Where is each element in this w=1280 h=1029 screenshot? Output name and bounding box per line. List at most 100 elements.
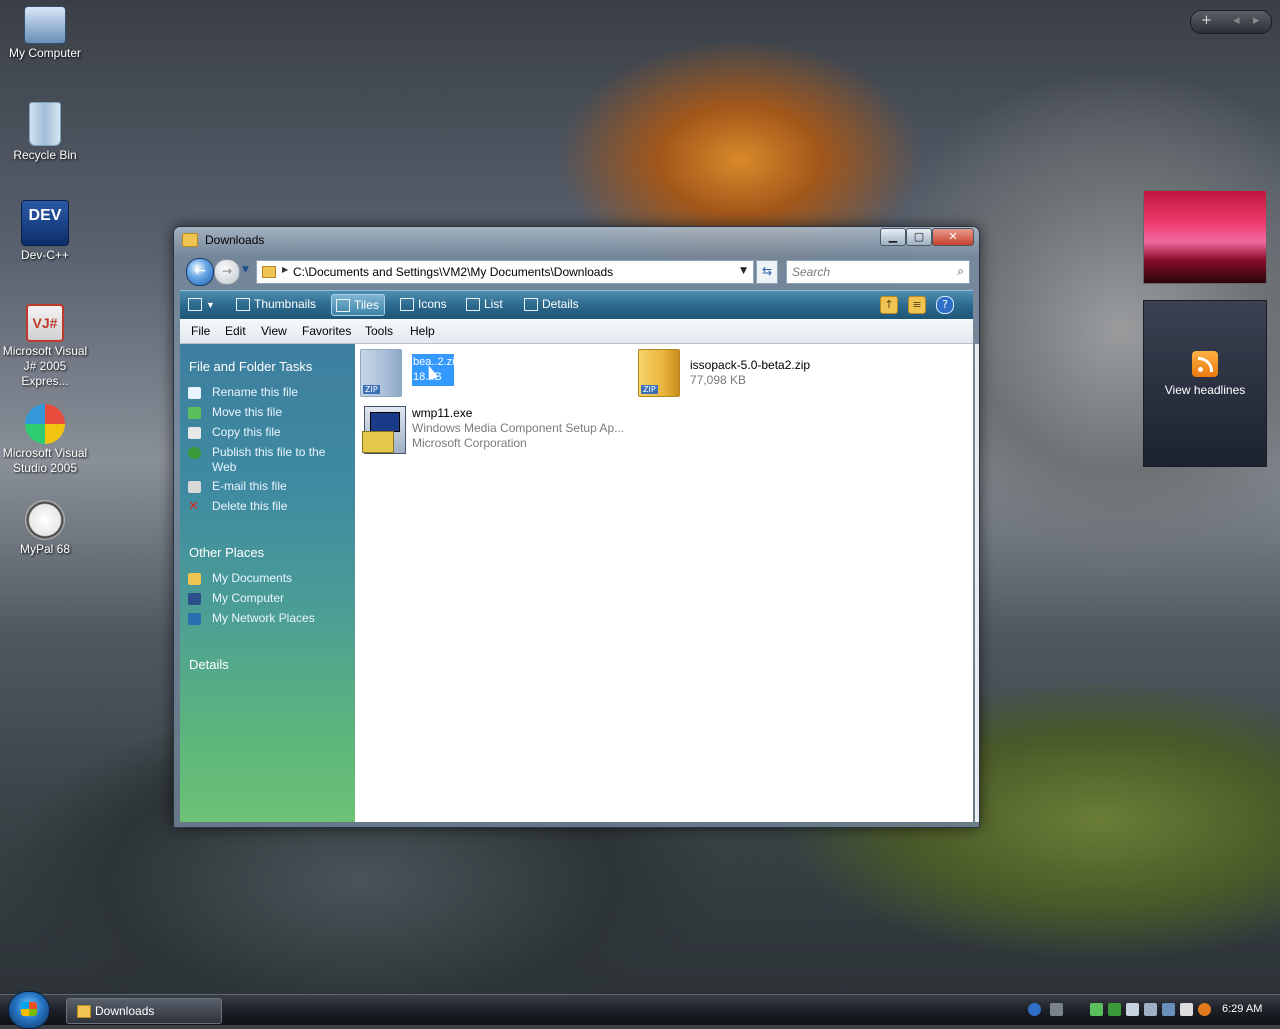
security-tray-icon[interactable] [1108, 1003, 1121, 1016]
desktop-icon-label: Dev-C++ [20, 248, 70, 262]
folder-icon [182, 233, 198, 247]
rss-icon [1192, 351, 1218, 377]
file-description: Windows Media Component Setup Ap... [412, 421, 625, 435]
desktop-icon-visual-studio[interactable]: Microsoft Visual Studio 2005 [0, 404, 90, 476]
view-thumbnails-button[interactable]: Thumbnails [232, 294, 321, 314]
taskbar-button-label: Downloads [95, 1004, 155, 1018]
menu-edit[interactable]: Edit [225, 324, 246, 338]
view-headlines-label: View headlines [1164, 383, 1246, 397]
address-field[interactable]: ▶ C:\Documents and Settings\VM2\My Docum… [256, 260, 754, 284]
other-places-header[interactable]: Other Places [189, 545, 264, 560]
view-label: Tiles [354, 298, 379, 312]
recent-pages-dropdown[interactable]: ▼ [242, 265, 249, 275]
view-icons-button[interactable]: Icons [396, 294, 452, 314]
search-input[interactable]: Search ⌕ [786, 260, 970, 284]
close-button[interactable]: ✕ [932, 228, 974, 246]
maximize-button[interactable]: ▢ [906, 228, 932, 246]
menu-tools[interactable]: Tools [365, 324, 393, 338]
next-page-button[interactable]: ▸ [1253, 13, 1260, 28]
taskbar: Downloads 6:29 AM [0, 991, 1280, 1029]
place-my-computer[interactable]: My Computer [212, 591, 342, 606]
up-folder-button[interactable]: ↑ [880, 296, 898, 314]
desktop-icon-label: Microsoft Visual J# 2005 Expres... [2, 344, 88, 388]
forward-arrow-icon: → [221, 264, 233, 278]
search-tray-icon[interactable] [1198, 1003, 1211, 1016]
menu-view[interactable]: View [261, 324, 287, 338]
title-bar[interactable]: Downloads ▁ ▢ ✕ [174, 227, 979, 253]
copy-icon [188, 427, 201, 439]
device-tray-icon[interactable] [1126, 1003, 1139, 1016]
window-title: Downloads [205, 233, 265, 247]
desktop-icon-label: Recycle Bin [13, 148, 77, 162]
language-tray-icon[interactable] [1180, 1003, 1193, 1016]
address-dropdown-icon[interactable]: ▼ [740, 266, 747, 276]
zip-file-icon[interactable]: ZIP [638, 349, 680, 397]
start-button[interactable] [8, 991, 50, 1029]
desktop-icon-devcpp[interactable]: DEV Dev-C++ [0, 200, 90, 263]
monitor-tray-icon[interactable] [1144, 1003, 1157, 1016]
folder-icon [188, 573, 201, 585]
slideshow-gadget[interactable] [1143, 190, 1267, 284]
task-rename-file[interactable]: Rename this file [212, 385, 342, 400]
feed-headlines-gadget[interactable]: View headlines [1143, 300, 1267, 467]
task-delete-file[interactable]: Delete this file [212, 499, 342, 514]
refresh-button[interactable]: ⇆ [756, 260, 778, 284]
file-company: Microsoft Corporation [412, 436, 527, 450]
sidebar-controls: + ◂ ▸ [1190, 10, 1272, 34]
add-gadget-button[interactable]: + [1201, 13, 1212, 28]
desktop-icon-label: MyPal 68 [19, 542, 71, 556]
menu-file[interactable]: File [191, 324, 210, 338]
globe-icon [188, 447, 201, 459]
vertical-scrollbar[interactable] [975, 344, 979, 822]
box-graphic [362, 431, 394, 453]
view-label: Details [542, 297, 579, 311]
desktop-icon-recycle-bin[interactable]: Recycle Bin [0, 102, 90, 163]
show-hidden-icons[interactable] [1050, 1003, 1063, 1016]
rename-icon [188, 387, 201, 399]
file-tasks-header[interactable]: File and Folder Tasks [189, 359, 312, 374]
desktop-icon-mypal[interactable]: MyPal 68 [0, 500, 90, 557]
file-name[interactable]: issopack-5.0-beta2.zip [690, 358, 810, 373]
sync-tray-icon[interactable] [1162, 1003, 1175, 1016]
task-publish-file[interactable]: Publish this file to the Web [212, 445, 342, 475]
forward-button[interactable]: → [214, 259, 240, 285]
taskbar-button-downloads[interactable]: Downloads [66, 998, 222, 1024]
menu-favorites[interactable]: Favorites [302, 324, 351, 338]
maximize-icon: ▢ [913, 230, 925, 243]
place-my-documents[interactable]: My Documents [212, 571, 342, 586]
chevron-down-icon: ▼ [206, 300, 215, 310]
minimize-button[interactable]: ▁ [880, 228, 906, 246]
windows-logo-icon [21, 1002, 37, 1016]
task-copy-file[interactable]: Copy this file [212, 425, 342, 440]
view-details-button[interactable]: Details [520, 294, 584, 314]
previous-page-button[interactable]: ◂ [1233, 13, 1240, 28]
place-my-network[interactable]: My Network Places [212, 611, 342, 626]
menu-help[interactable]: Help [410, 324, 435, 338]
zip-file-icon[interactable]: ZIP [360, 349, 402, 397]
search-icon[interactable]: ⌕ [957, 264, 964, 279]
desktop-icon-my-computer[interactable]: My Computer [0, 6, 90, 61]
installer-exe-icon[interactable] [362, 406, 406, 454]
task-email-file[interactable]: E-mail this file [212, 479, 342, 494]
view-tiles-button[interactable]: Tiles [331, 294, 385, 316]
task-move-file[interactable]: Move this file [212, 405, 342, 420]
file-name[interactable]: wmp11.exe [412, 406, 472, 421]
breadcrumb-arrow-icon[interactable]: ▶ [282, 265, 288, 274]
computer-icon [24, 6, 66, 44]
file-list: ZIP bea..2.zip 18...B ZIP issopack-5.0-b… [355, 344, 973, 822]
folder-icon [77, 1005, 91, 1018]
network-tray-icon[interactable] [1090, 1003, 1103, 1016]
details-icon [524, 298, 538, 311]
clock[interactable]: 6:29 AM [1222, 1003, 1262, 1015]
network-icon [188, 613, 201, 625]
details-header[interactable]: Details [189, 657, 229, 672]
desktop-icon-visual-jsharp[interactable]: VJ# Microsoft Visual J# 2005 Expres... [0, 304, 90, 389]
help-tray-icon[interactable] [1028, 1003, 1041, 1016]
views-menu-button[interactable]: ▼ [184, 294, 223, 314]
view-list-button[interactable]: List [462, 294, 508, 314]
explorer-window: Downloads ▁ ▢ ✕ ← → ▼ ▶ C:\Documents and… [173, 226, 980, 828]
help-button[interactable]: ? [936, 296, 954, 314]
screen-graphic [370, 412, 400, 432]
folder-options-button[interactable]: ≡ [908, 296, 926, 314]
back-button[interactable]: ← [186, 258, 214, 286]
